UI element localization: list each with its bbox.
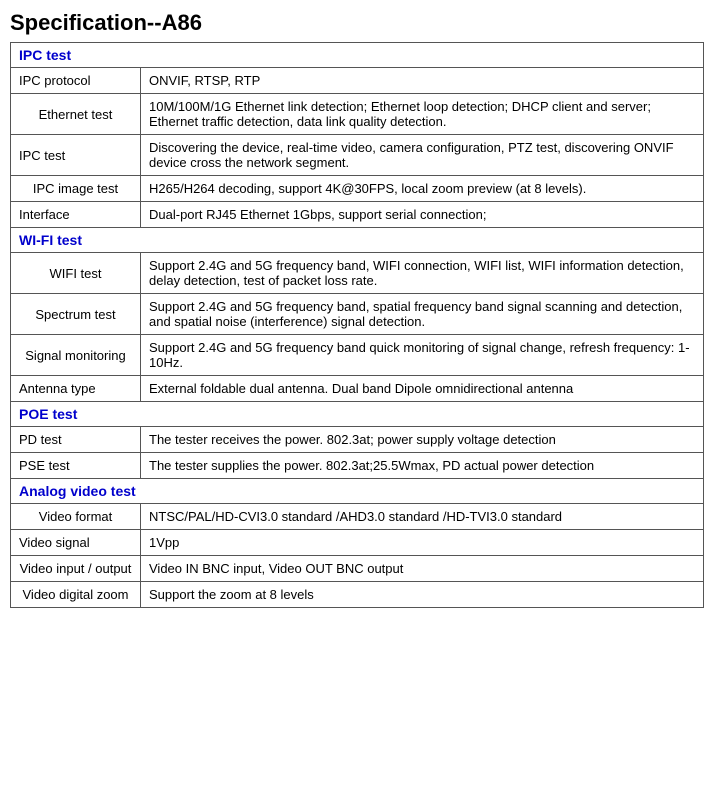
row-value: Discovering the device, real-time video,… xyxy=(141,135,704,176)
row-value: Support 2.4G and 5G frequency band, WIFI… xyxy=(141,253,704,294)
row-label: PD test xyxy=(11,427,141,453)
table-row: Video formatNTSC/PAL/HD-CVI3.0 standard … xyxy=(11,504,704,530)
row-value: The tester supplies the power. 802.3at;2… xyxy=(141,453,704,479)
table-row: InterfaceDual-port RJ45 Ethernet 1Gbps, … xyxy=(11,202,704,228)
row-label: Signal monitoring xyxy=(11,335,141,376)
row-value: ONVIF, RTSP, RTP xyxy=(141,68,704,94)
row-value: NTSC/PAL/HD-CVI3.0 standard /AHD3.0 stan… xyxy=(141,504,704,530)
row-value: The tester receives the power. 802.3at; … xyxy=(141,427,704,453)
spec-table: IPC testIPC protocolONVIF, RTSP, RTPEthe… xyxy=(10,42,704,608)
row-label: IPC image test xyxy=(11,176,141,202)
row-label: IPC protocol xyxy=(11,68,141,94)
table-row: Spectrum testSupport 2.4G and 5G frequen… xyxy=(11,294,704,335)
section-header-poe-test: POE test xyxy=(11,402,704,427)
table-row: Antenna typeExternal foldable dual anten… xyxy=(11,376,704,402)
row-value: Dual-port RJ45 Ethernet 1Gbps, support s… xyxy=(141,202,704,228)
row-value: Support 2.4G and 5G frequency band, spat… xyxy=(141,294,704,335)
table-row: Video input / outputVideo IN BNC input, … xyxy=(11,556,704,582)
table-row: Signal monitoringSupport 2.4G and 5G fre… xyxy=(11,335,704,376)
row-label: Video input / output xyxy=(11,556,141,582)
row-label: Spectrum test xyxy=(11,294,141,335)
table-row: PD testThe tester receives the power. 80… xyxy=(11,427,704,453)
page-title: Specification--A86 xyxy=(10,10,704,36)
row-value: 1Vpp xyxy=(141,530,704,556)
table-row: IPC image testH265/H264 decoding, suppor… xyxy=(11,176,704,202)
row-label: IPC test xyxy=(11,135,141,176)
row-label: Antenna type xyxy=(11,376,141,402)
section-header-wifi-test: WI-FI test xyxy=(11,228,704,253)
table-row: Ethernet test10M/100M/1G Ethernet link d… xyxy=(11,94,704,135)
row-value: Support the zoom at 8 levels xyxy=(141,582,704,608)
row-value: Support 2.4G and 5G frequency band quick… xyxy=(141,335,704,376)
table-row: WIFI testSupport 2.4G and 5G frequency b… xyxy=(11,253,704,294)
table-row: Video signal1Vpp xyxy=(11,530,704,556)
table-row: PSE testThe tester supplies the power. 8… xyxy=(11,453,704,479)
row-label: WIFI test xyxy=(11,253,141,294)
section-header-ipc-test: IPC test xyxy=(11,43,704,68)
table-row: IPC protocolONVIF, RTSP, RTP xyxy=(11,68,704,94)
row-value: Video IN BNC input, Video OUT BNC output xyxy=(141,556,704,582)
row-value: H265/H264 decoding, support 4K@30FPS, lo… xyxy=(141,176,704,202)
table-row: Video digital zoomSupport the zoom at 8 … xyxy=(11,582,704,608)
row-label: Video signal xyxy=(11,530,141,556)
row-value: 10M/100M/1G Ethernet link detection; Eth… xyxy=(141,94,704,135)
row-label: PSE test xyxy=(11,453,141,479)
row-label: Ethernet test xyxy=(11,94,141,135)
table-row: IPC testDiscovering the device, real-tim… xyxy=(11,135,704,176)
row-label: Interface xyxy=(11,202,141,228)
row-label: Video format xyxy=(11,504,141,530)
section-header-analog-video-test: Analog video test xyxy=(11,479,704,504)
row-label: Video digital zoom xyxy=(11,582,141,608)
row-value: External foldable dual antenna. Dual ban… xyxy=(141,376,704,402)
